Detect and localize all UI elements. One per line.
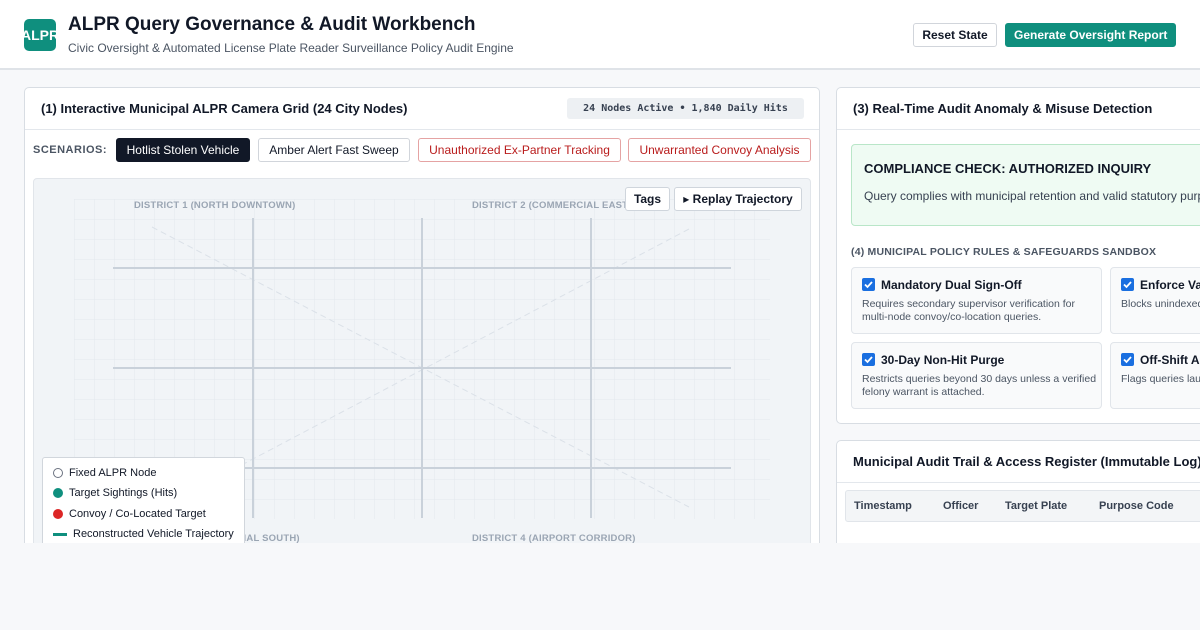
compliance-status-box: COMPLIANCE CHECK: AUTHORIZED INQUIRY Que… [851, 144, 1200, 226]
app-logo: ALPR [24, 19, 56, 51]
camera-grid-title: (1) Interactive Municipal ALPR Camera Gr… [41, 101, 408, 116]
anomaly-detection-panel: (3) Real-Time Audit Anomaly & Misuse Det… [836, 87, 1200, 424]
rule-title: Enforce Va [1140, 278, 1200, 292]
rule-card-30-day-purge[interactable]: 30-Day Non-Hit Purge Restricts queries b… [851, 342, 1102, 409]
rules-heading: (4) MUNICIPAL POLICY RULES & SAFEGUARDS … [851, 246, 1157, 258]
generate-report-button[interactable]: Generate Oversight Report [1005, 23, 1176, 47]
column-header-officer[interactable]: Officer [943, 500, 978, 512]
replay-trajectory-button[interactable]: ▸ Replay Trajectory [674, 187, 802, 211]
check-icon [864, 281, 873, 289]
map-legend: Fixed ALPR Node Target Sightings (Hits) … [42, 457, 245, 556]
scenario-hotlist-stolen-vehicle[interactable]: Hotlist Stolen Vehicle [116, 138, 250, 162]
app-subtitle: Civic Oversight & Automated License Plat… [68, 41, 514, 55]
camera-map[interactable]: DISTRICT 1 (NORTH DOWNTOWN) DISTRICT 2 (… [33, 178, 811, 556]
compliance-text: Query complies with municipal retention … [864, 189, 1200, 203]
rule-card-off-shift[interactable]: Off-Shift A Flags queries lau or off-dut… [1110, 342, 1200, 409]
rule-checkbox[interactable] [862, 353, 875, 366]
column-header-purpose-code[interactable]: Purpose Code [1099, 500, 1174, 512]
rule-description: Restricts queries beyond 30 days unless … [862, 373, 1097, 398]
reset-state-button[interactable]: Reset State [913, 23, 997, 47]
rule-description: Blocks unindexed active CAD or RM [1121, 298, 1200, 310]
check-icon [864, 356, 873, 364]
app-header: ALPR ALPR Query Governance & Audit Workb… [0, 0, 1200, 70]
camera-grid-header: (1) Interactive Municipal ALPR Camera Gr… [25, 88, 819, 130]
check-icon [1123, 356, 1132, 364]
rule-description: Requires secondary supervisor verificati… [862, 298, 1076, 323]
anomaly-header: (3) Real-Time Audit Anomaly & Misuse Det… [837, 88, 1200, 130]
check-icon [1123, 281, 1132, 289]
column-header-timestamp[interactable]: Timestamp [854, 500, 912, 512]
district-label: DISTRICT 1 (NORTH DOWNTOWN) [134, 200, 296, 211]
app-title: ALPR Query Governance & Audit Workbench [68, 14, 476, 35]
rule-title: 30-Day Non-Hit Purge [881, 353, 1005, 367]
convoy-target-icon [53, 509, 63, 519]
audit-title: Municipal Audit Trail & Access Register … [853, 454, 1200, 469]
target-sighting-icon [53, 488, 63, 498]
node-stats-badge: 24 Nodes Active • 1,840 Daily Hits [567, 98, 804, 119]
rule-checkbox[interactable] [1121, 278, 1134, 291]
tags-toggle-button[interactable]: Tags [625, 187, 670, 211]
rule-card-dual-sign-off[interactable]: Mandatory Dual Sign-Off Requires seconda… [851, 267, 1102, 334]
rule-checkbox[interactable] [862, 278, 875, 291]
rule-card-enforce-va[interactable]: Enforce Va Blocks unindexed active CAD o… [1110, 267, 1200, 334]
anomaly-title: (3) Real-Time Audit Anomaly & Misuse Det… [853, 101, 1153, 116]
fixed-node-icon [53, 468, 63, 478]
rule-checkbox[interactable] [1121, 353, 1134, 366]
rule-description: Flags queries lau or off-duty period [1121, 373, 1200, 385]
audit-header: Municipal Audit Trail & Access Register … [837, 441, 1200, 483]
scenario-unauthorized-ex-partner-tracking[interactable]: Unauthorized Ex-Partner Tracking [418, 138, 621, 162]
column-header-target-plate[interactable]: Target Plate [1005, 500, 1067, 512]
rule-title: Mandatory Dual Sign-Off [881, 278, 1022, 292]
scenario-unwarranted-convoy-analysis[interactable]: Unwarranted Convoy Analysis [628, 138, 811, 162]
district-label: DISTRICT 2 (COMMERCIAL EAST [472, 200, 629, 211]
trajectory-line-icon [53, 533, 67, 536]
camera-grid-panel: (1) Interactive Municipal ALPR Camera Gr… [24, 87, 820, 557]
scenario-amber-alert-fast-sweep[interactable]: Amber Alert Fast Sweep [258, 138, 410, 162]
viewport-bottom-area [0, 543, 1200, 630]
audit-table-header: Timestamp Officer Target Plate Purpose C… [845, 490, 1200, 522]
scenarios-label: SCENARIOS: [33, 144, 108, 156]
rule-title: Off-Shift A [1140, 353, 1200, 367]
compliance-title: COMPLIANCE CHECK: AUTHORIZED INQUIRY [864, 161, 1152, 176]
